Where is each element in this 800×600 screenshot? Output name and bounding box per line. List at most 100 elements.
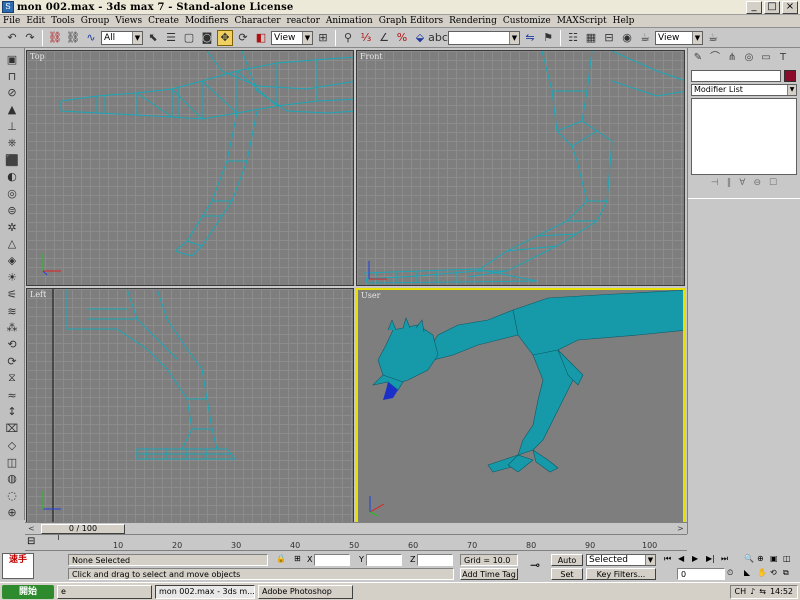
tube-icon[interactable]: ⊜ (3, 203, 21, 218)
key-mode-dropdown[interactable]: Selected ▼ (586, 554, 656, 566)
particles-icon[interactable]: ⁂ (3, 321, 21, 336)
maximize-button[interactable]: □ (764, 0, 780, 14)
viewport-top[interactable]: Top (26, 50, 354, 286)
menu-rendering[interactable]: Rendering (449, 16, 497, 26)
select-object-icon[interactable]: ⬉ (145, 30, 161, 46)
material-editor-icon[interactable]: ◉ (619, 30, 635, 46)
render-scene-icon[interactable]: ☕ (637, 30, 653, 46)
cylinder-primitive-icon[interactable]: ⊓ (3, 69, 21, 84)
cone-primitive-icon[interactable]: ▲ (3, 102, 21, 117)
time-slider-thumb[interactable]: 0 / 100 (41, 524, 125, 534)
menu-views[interactable]: Views (115, 16, 142, 26)
menu-edit[interactable]: Edit (26, 16, 45, 26)
schematic-view-icon[interactable]: ⊟ (601, 30, 617, 46)
lathe-icon[interactable]: ⊕ (3, 505, 21, 520)
twist-modifier-icon[interactable]: ⟳ (3, 354, 21, 369)
edit-named-selection-icon[interactable]: abc (428, 30, 448, 46)
reference-coordinate-dropdown[interactable]: View ▼ (271, 30, 313, 45)
pin-stack-icon[interactable]: ⊣ (711, 178, 719, 188)
undo-icon[interactable]: ↶ (4, 30, 20, 46)
pyramid-icon[interactable]: △ (3, 237, 21, 252)
object-color-swatch[interactable] (784, 70, 796, 82)
3dsmax-app-icon[interactable]: S (2, 1, 14, 13)
remove-modifier-icon[interactable]: ⊖ (753, 178, 761, 188)
modify-tab-icon[interactable]: ⌒ (708, 51, 722, 65)
maximize-viewport-icon[interactable]: ⧉ (783, 568, 789, 578)
absolute-mode-icon[interactable]: ⊞ (294, 554, 301, 563)
pivot-center-icon[interactable]: ⊞ (315, 30, 331, 46)
noise-modifier-icon[interactable]: ≈ (3, 388, 21, 403)
select-and-link-icon[interactable]: ⛓ (47, 30, 63, 46)
meshsmooth-icon[interactable]: ◌ (3, 488, 21, 503)
create-tab-icon[interactable]: ✎ (691, 51, 705, 65)
language-indicator[interactable]: CH (735, 587, 747, 596)
go-to-end-icon[interactable]: ⏭ (721, 554, 728, 564)
menu-file[interactable]: File (3, 16, 20, 26)
hierarchy-tab-icon[interactable]: ⋔ (725, 51, 739, 65)
zoom-extents-all-icon[interactable]: ◫ (783, 554, 791, 563)
zoom-icon[interactable]: 🔍 (744, 554, 754, 563)
compound-icon[interactable]: ⬛ (3, 153, 21, 168)
auto-key-button[interactable]: Auto Key (551, 554, 583, 576)
time-next-button[interactable]: > (677, 524, 684, 533)
network-icon[interactable]: ⇆ (759, 587, 766, 596)
taskbar-item-3dsmax[interactable]: mon 002.max - 3ds m... (155, 584, 255, 599)
plane-primitive-icon[interactable]: ⊥ (3, 119, 21, 134)
next-frame-icon[interactable]: ▶| (706, 554, 715, 563)
menu-tools[interactable]: Tools (51, 16, 75, 26)
select-and-move-icon[interactable]: ✥ (217, 29, 233, 46)
z-coordinate-field[interactable] (417, 554, 453, 566)
x-coordinate-field[interactable] (314, 554, 350, 566)
spinner-snap-icon[interactable]: ⬙ (412, 30, 428, 46)
ffd-modifier-icon[interactable]: ⌧ (3, 421, 21, 436)
viewport-left[interactable]: Left (26, 288, 354, 524)
sphere-primitive-icon[interactable]: ⊘ (3, 86, 21, 101)
menu-reactor[interactable]: reactor (287, 16, 320, 26)
play-icon[interactable]: ▶ (692, 554, 698, 563)
time-configuration-icon[interactable]: ⏲ (727, 568, 733, 578)
motion-tab-icon[interactable]: ◎ (742, 51, 756, 65)
snap-toggle-icon[interactable]: ⅓ (358, 30, 374, 46)
add-time-tag-button[interactable]: Add Time Tag (460, 568, 518, 580)
make-unique-icon[interactable]: ∀ (739, 178, 745, 188)
window-crossing-icon[interactable]: ◙ (199, 30, 215, 46)
y-coordinate-field[interactable] (366, 554, 402, 566)
mirror-icon[interactable]: ⇋ (522, 30, 538, 46)
pan-icon[interactable]: ✋ (757, 568, 767, 577)
modifier-list-dropdown[interactable]: Modifier List ▼ (691, 84, 797, 96)
smooth-icon[interactable]: ◍ (3, 472, 21, 487)
trackbar-toggle-icon[interactable]: ⊟ (27, 536, 35, 547)
menu-help[interactable]: Help (613, 16, 635, 26)
redo-icon[interactable]: ↷ (22, 30, 38, 46)
select-by-name-icon[interactable]: ☰ (163, 30, 179, 46)
camera-icon[interactable]: ◈ (3, 253, 21, 268)
field-of-view-icon[interactable]: ◣ (744, 568, 750, 577)
key-filters-button[interactable]: Key Filters... (586, 568, 656, 580)
angle-snap-icon[interactable]: ∠ (376, 30, 392, 46)
menu-maxscript[interactable]: MAXScript (557, 16, 607, 26)
zoom-extents-icon[interactable]: ▣ (770, 554, 778, 563)
selection-filter-dropdown[interactable]: All ▼ (101, 30, 143, 45)
percent-snap-icon[interactable]: % (394, 30, 410, 46)
torus-icon[interactable]: ◎ (3, 186, 21, 201)
close-button[interactable]: × (782, 0, 798, 14)
volume-icon[interactable]: ♪ (750, 587, 755, 596)
quick-render-icon[interactable]: ☕ (705, 30, 721, 46)
display-tab-icon[interactable]: ▭ (759, 51, 773, 65)
named-selection-sets-dropdown[interactable]: ▼ (448, 30, 520, 45)
track-bar[interactable]: 10 20 30 40 50 60 70 80 90 100 (25, 534, 687, 551)
shapes-icon[interactable]: ≋ (3, 304, 21, 319)
helper-icon[interactable]: ⎈ (3, 136, 21, 151)
previous-frame-icon[interactable]: ◀ (678, 554, 684, 563)
start-button[interactable]: 開始 (2, 584, 54, 599)
spacewarp-icon[interactable]: ⚟ (3, 287, 21, 302)
edit-mesh-icon[interactable]: ◇ (3, 438, 21, 453)
taskbar-item-explorer[interactable]: e (57, 584, 152, 599)
bind-to-space-warp-icon[interactable]: ∿ (83, 30, 99, 46)
unlink-selection-icon[interactable]: ⛓ (65, 30, 81, 46)
light-icon[interactable]: ☀ (3, 270, 21, 285)
set-key-mode-icon[interactable]: ⊸ (530, 558, 540, 572)
layer-manager-icon[interactable]: ☷ (565, 30, 581, 46)
geosphere-icon[interactable]: ✲ (3, 220, 21, 235)
menu-customize[interactable]: Customize (503, 16, 551, 26)
